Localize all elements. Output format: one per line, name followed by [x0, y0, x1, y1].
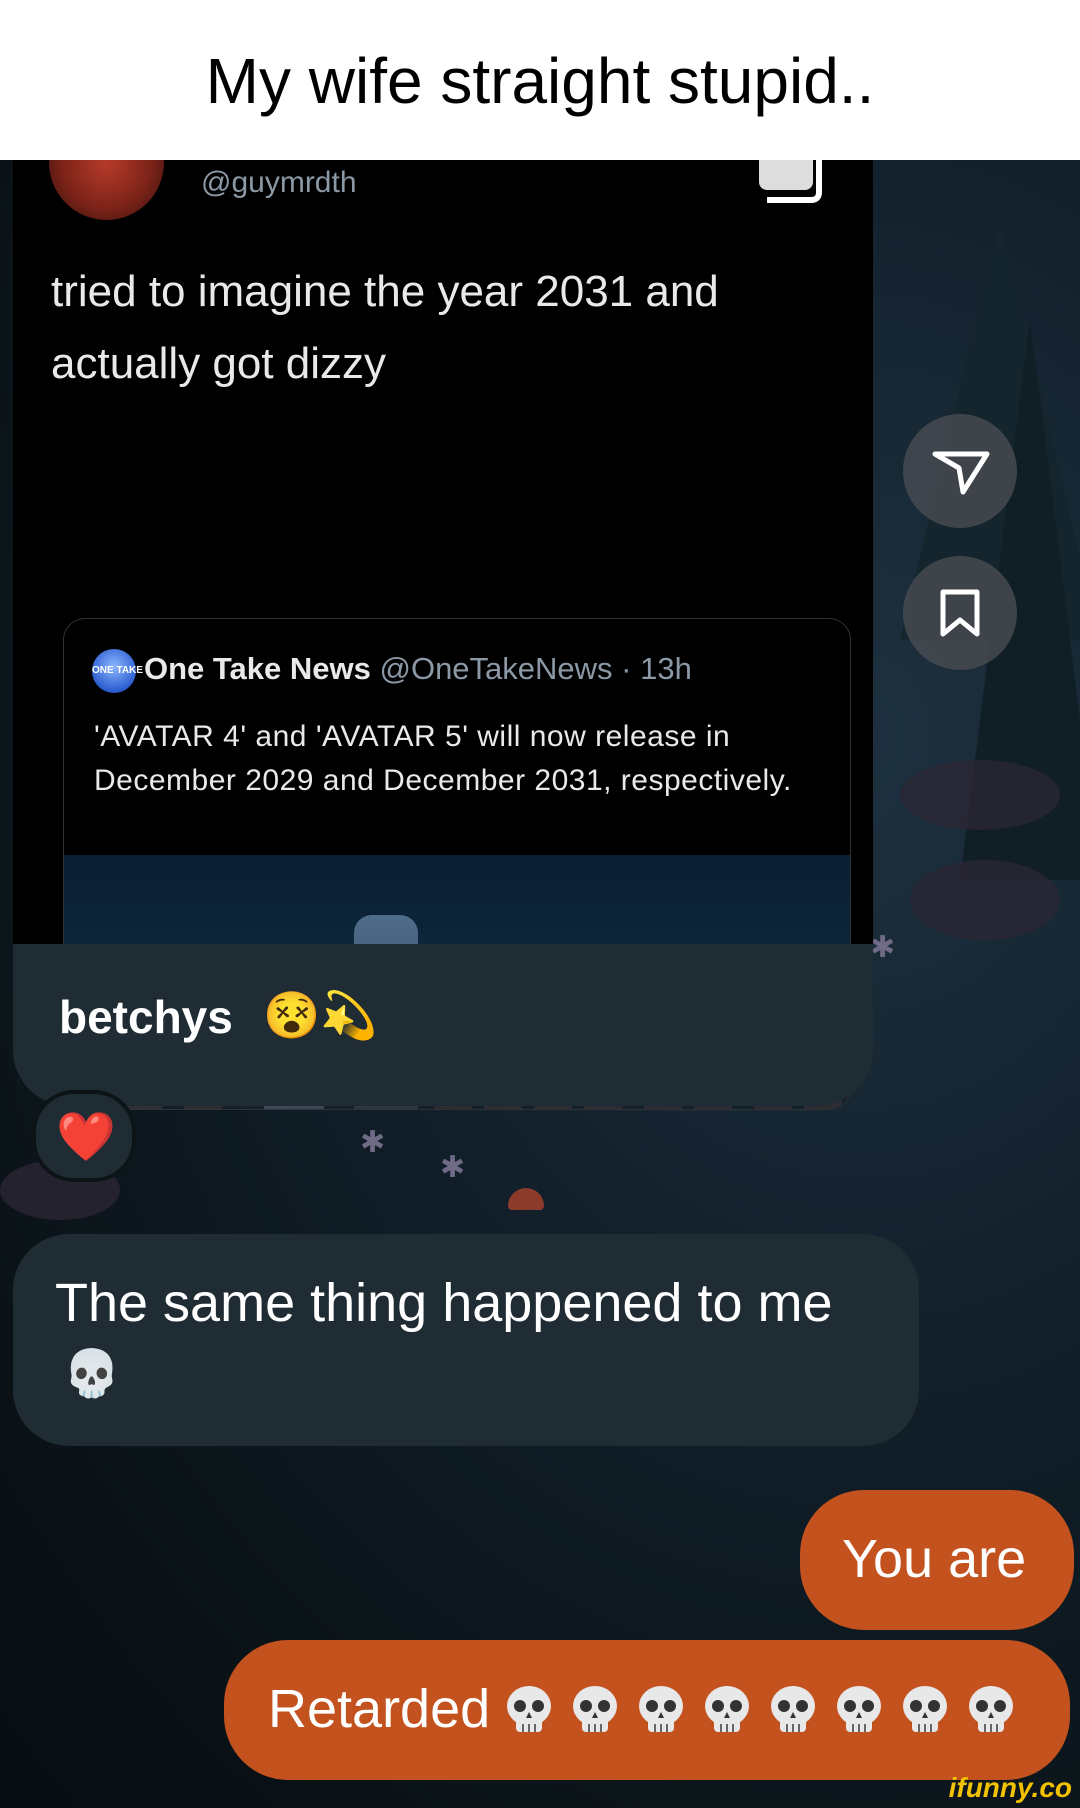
skull-icon [570, 1684, 620, 1736]
bg-mushroom-small [508, 1188, 544, 1210]
message-bubble-outgoing[interactable]: You are [800, 1490, 1074, 1630]
skull-icon [636, 1684, 686, 1736]
avatar [49, 160, 164, 220]
bg-mushroom [910, 860, 1060, 940]
skull-row [504, 1684, 1032, 1736]
save-button[interactable] [903, 556, 1017, 670]
skull-icon [702, 1684, 752, 1736]
message-text: The same thing happened to me [55, 1273, 833, 1333]
caption-bar: My wife straight stupid.. [0, 0, 1080, 160]
heart-icon: ❤️ [56, 1111, 116, 1164]
tweet-card: @guymrdth tried to imagine the year 2031… [13, 160, 873, 1110]
message-bubble-incoming[interactable]: The same thing happened to me 💀 [13, 1234, 919, 1446]
copy-icon[interactable] [753, 160, 833, 206]
share-button[interactable] [903, 414, 1017, 528]
news-logo: ONE TAKE [92, 649, 143, 693]
bookmark-icon [940, 589, 980, 637]
bg-flower: ✱ [870, 931, 896, 964]
skull-icon: 💀 [63, 1347, 121, 1399]
bg-mushroom [900, 760, 1060, 830]
message-bubble-outgoing[interactable]: Retarded [224, 1640, 1070, 1780]
bg-flower: ✱ [440, 1151, 466, 1184]
skull-icon [900, 1684, 950, 1736]
quote-header: ONE TAKEOne Take News @OneTakeNews · 13h [92, 649, 692, 693]
quote-name: One Take News [144, 651, 371, 687]
tweet-handle: @guymrdth [201, 166, 357, 199]
skull-icon [768, 1684, 818, 1736]
reaction-badge[interactable]: ❤️ [32, 1090, 136, 1182]
chat-background: ✱ ✱ ✱ @guymrdth tried to imagine the yea… [0, 160, 1080, 1808]
quote-text: 'AVATAR 4' and 'AVATAR 5' will now relea… [94, 720, 792, 797]
bg-flower: ✱ [360, 1126, 386, 1159]
message-bubble-incoming[interactable]: betchys 😵💫 [13, 944, 873, 1106]
quote-meta: @OneTakeNews · 13h [379, 651, 692, 687]
message-emoji: 😵💫 [263, 989, 378, 1041]
message-text: betchys [59, 991, 233, 1043]
message-text: Retarded [268, 1679, 491, 1739]
message-text: You are [842, 1529, 1027, 1589]
paper-plane-icon [932, 451, 990, 495]
skull-icon [504, 1684, 554, 1736]
skull-icon [834, 1684, 884, 1736]
skull-icon [966, 1684, 1016, 1736]
tweet-text: tried to imagine the year 2031 and actua… [51, 267, 719, 388]
watermark: ifunny.co [948, 1772, 1072, 1803]
caption-text: My wife straight stupid.. [205, 45, 875, 117]
